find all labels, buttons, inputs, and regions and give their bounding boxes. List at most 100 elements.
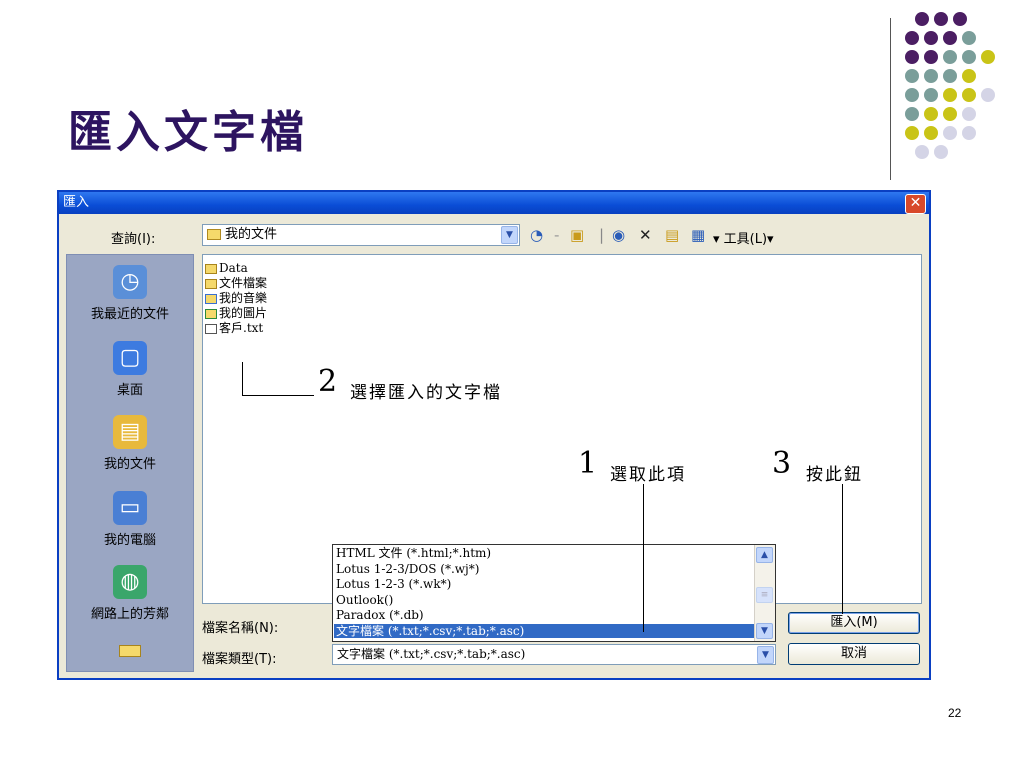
decorative-dot	[953, 12, 967, 26]
places-item-label: 我最近的文件	[90, 307, 169, 322]
chevron-down-icon[interactable]: ▼	[501, 226, 518, 244]
file-type-dropdown-list[interactable]: ▲ ≡ ▼ HTML 文件 (*.html;*.htm) Lotus 1-2-3/…	[332, 544, 776, 642]
my-computer-icon: ▭	[113, 491, 147, 525]
places-item[interactable]: ▤ 我的文件	[67, 415, 193, 472]
folder-icon	[205, 278, 217, 289]
file-type-option[interactable]: Outlook()	[336, 593, 393, 607]
tools-menu[interactable]: ▾ 工具(L)▾	[713, 228, 774, 247]
decorative-dot	[962, 31, 976, 45]
file-type-option[interactable]: HTML 文件 (*.html;*.htm)	[336, 546, 491, 560]
folder-icon	[207, 229, 221, 240]
look-in-label: 查詢(I):	[111, 232, 156, 247]
decorative-dot	[962, 107, 976, 121]
decorative-dot	[915, 12, 929, 26]
separator-icon: |	[599, 226, 605, 244]
decorative-dot	[905, 107, 919, 121]
music-folder-icon	[205, 293, 217, 304]
places-item[interactable]: ◍ 網路上的芳鄰	[67, 565, 193, 622]
file-item[interactable]: Data	[205, 261, 248, 275]
decorative-dot	[905, 50, 919, 64]
chevron-down-icon[interactable]: ▼	[757, 646, 774, 664]
file-type-label: 檔案類型(T):	[202, 652, 277, 667]
decorative-dot	[924, 88, 938, 102]
slide-title: 匯入文字檔	[68, 107, 308, 158]
annotation-step1-number: 1	[578, 446, 598, 481]
places-item-label: 我的電腦	[103, 533, 156, 548]
recent-documents-icon: ◷	[113, 265, 147, 299]
decorative-dot	[943, 31, 957, 45]
file-name: 我的音樂	[219, 291, 268, 305]
text-file-icon	[205, 323, 217, 334]
decorative-dot	[924, 69, 938, 83]
file-type-combo[interactable]: 文字檔案 (*.txt;*.csv;*.tab;*.asc) ▼	[332, 644, 776, 665]
decorative-dot	[905, 69, 919, 83]
views-icon[interactable]: ▦	[691, 226, 705, 244]
file-type-option[interactable]: Lotus 1-2-3 (*.wk*)	[336, 577, 451, 591]
decorative-dot	[943, 126, 957, 140]
decorative-dot	[943, 69, 957, 83]
annotation-line	[242, 362, 243, 396]
file-type-option[interactable]: 文字檔案 (*.txt;*.csv;*.tab;*.asc)	[334, 623, 754, 638]
look-in-value: 我的文件	[225, 227, 278, 242]
places-item[interactable]: ◷ 我最近的文件	[67, 265, 193, 322]
desktop-icon: ▢	[113, 341, 147, 375]
scroll-thumb[interactable]: ≡	[756, 587, 773, 603]
search-web-icon[interactable]: ◉	[612, 226, 625, 244]
decorative-dot	[962, 50, 976, 64]
file-item[interactable]: 我的音樂	[205, 291, 267, 305]
file-name: 文件檔案	[219, 276, 268, 290]
decorative-dot-grid	[905, 12, 1015, 172]
look-in-combo[interactable]: 我的文件 ▼	[202, 224, 520, 246]
decorative-dot	[943, 50, 957, 64]
network-places-icon: ◍	[113, 565, 147, 599]
decorative-dot	[934, 12, 948, 26]
annotation-step3-text: 按此鈕	[806, 465, 863, 485]
file-name: 我的圖片	[219, 306, 268, 320]
up-folder-icon[interactable]: ▣	[570, 226, 584, 244]
annotation-step3-number: 3	[772, 446, 792, 481]
decorative-dot	[924, 50, 938, 64]
annotation-step1-text: 選取此項	[610, 465, 686, 485]
places-item[interactable]: ▭ 我的電腦	[67, 491, 193, 548]
close-button[interactable]: ✕	[905, 194, 926, 214]
file-name: Data	[219, 261, 248, 275]
scroll-up-icon[interactable]: ▲	[756, 547, 773, 563]
decorative-dot	[943, 88, 957, 102]
file-type-option[interactable]: Lotus 1-2-3/DOS (*.wj*)	[336, 562, 479, 576]
file-name: 客戶.txt	[219, 321, 264, 335]
places-item[interactable]: ▢ 桌面	[67, 341, 193, 398]
scroll-down-icon[interactable]: ▼	[756, 623, 773, 639]
file-item[interactable]: 文件檔案	[205, 276, 267, 290]
annotation-step2-number: 2	[318, 364, 338, 399]
decorative-dot	[962, 88, 976, 102]
import-button[interactable]: 匯入(M)	[788, 612, 920, 634]
file-item[interactable]: 客戶.txt	[205, 321, 263, 335]
import-dialog: 匯入 ✕ 查詢(I): 我的文件 ▼ ◔ - ▣ | ◉ ✕ ▤ ▦ ▾ 工具(…	[57, 190, 931, 680]
decorative-dot	[981, 88, 995, 102]
decorative-dot	[934, 145, 948, 159]
my-documents-icon: ▤	[113, 415, 147, 449]
file-type-option[interactable]: Paradox (*.db)	[336, 608, 424, 622]
decorative-dot	[962, 126, 976, 140]
dialog-titlebar[interactable]: 匯入 ✕	[59, 192, 929, 214]
back-icon[interactable]: ◔	[530, 226, 543, 244]
places-bar: ◷ 我最近的文件 ▢ 桌面 ▤ 我的文件 ▭ 我的電腦 ◍ 網路上的芳鄰	[66, 254, 194, 672]
cancel-button[interactable]: 取消	[788, 643, 920, 665]
file-item[interactable]: 我的圖片	[205, 306, 267, 320]
separator-icon: -	[554, 226, 560, 244]
annotation-line	[842, 484, 843, 614]
decorative-dot	[905, 126, 919, 140]
decorative-dot	[962, 69, 976, 83]
places-more-icon[interactable]	[67, 645, 193, 661]
annotation-line	[242, 395, 314, 396]
places-item-label: 網路上的芳鄰	[90, 607, 169, 622]
places-item-label: 我的文件	[103, 457, 156, 472]
decorative-dot	[924, 31, 938, 45]
new-folder-icon[interactable]: ▤	[665, 226, 679, 244]
decorative-dot	[924, 126, 938, 140]
page-number: 22	[948, 706, 962, 720]
scrollbar[interactable]: ▲ ≡ ▼	[754, 545, 775, 641]
file-name-label: 檔案名稱(N):	[202, 621, 279, 636]
places-item-label: 桌面	[116, 383, 143, 398]
delete-icon[interactable]: ✕	[639, 226, 652, 244]
